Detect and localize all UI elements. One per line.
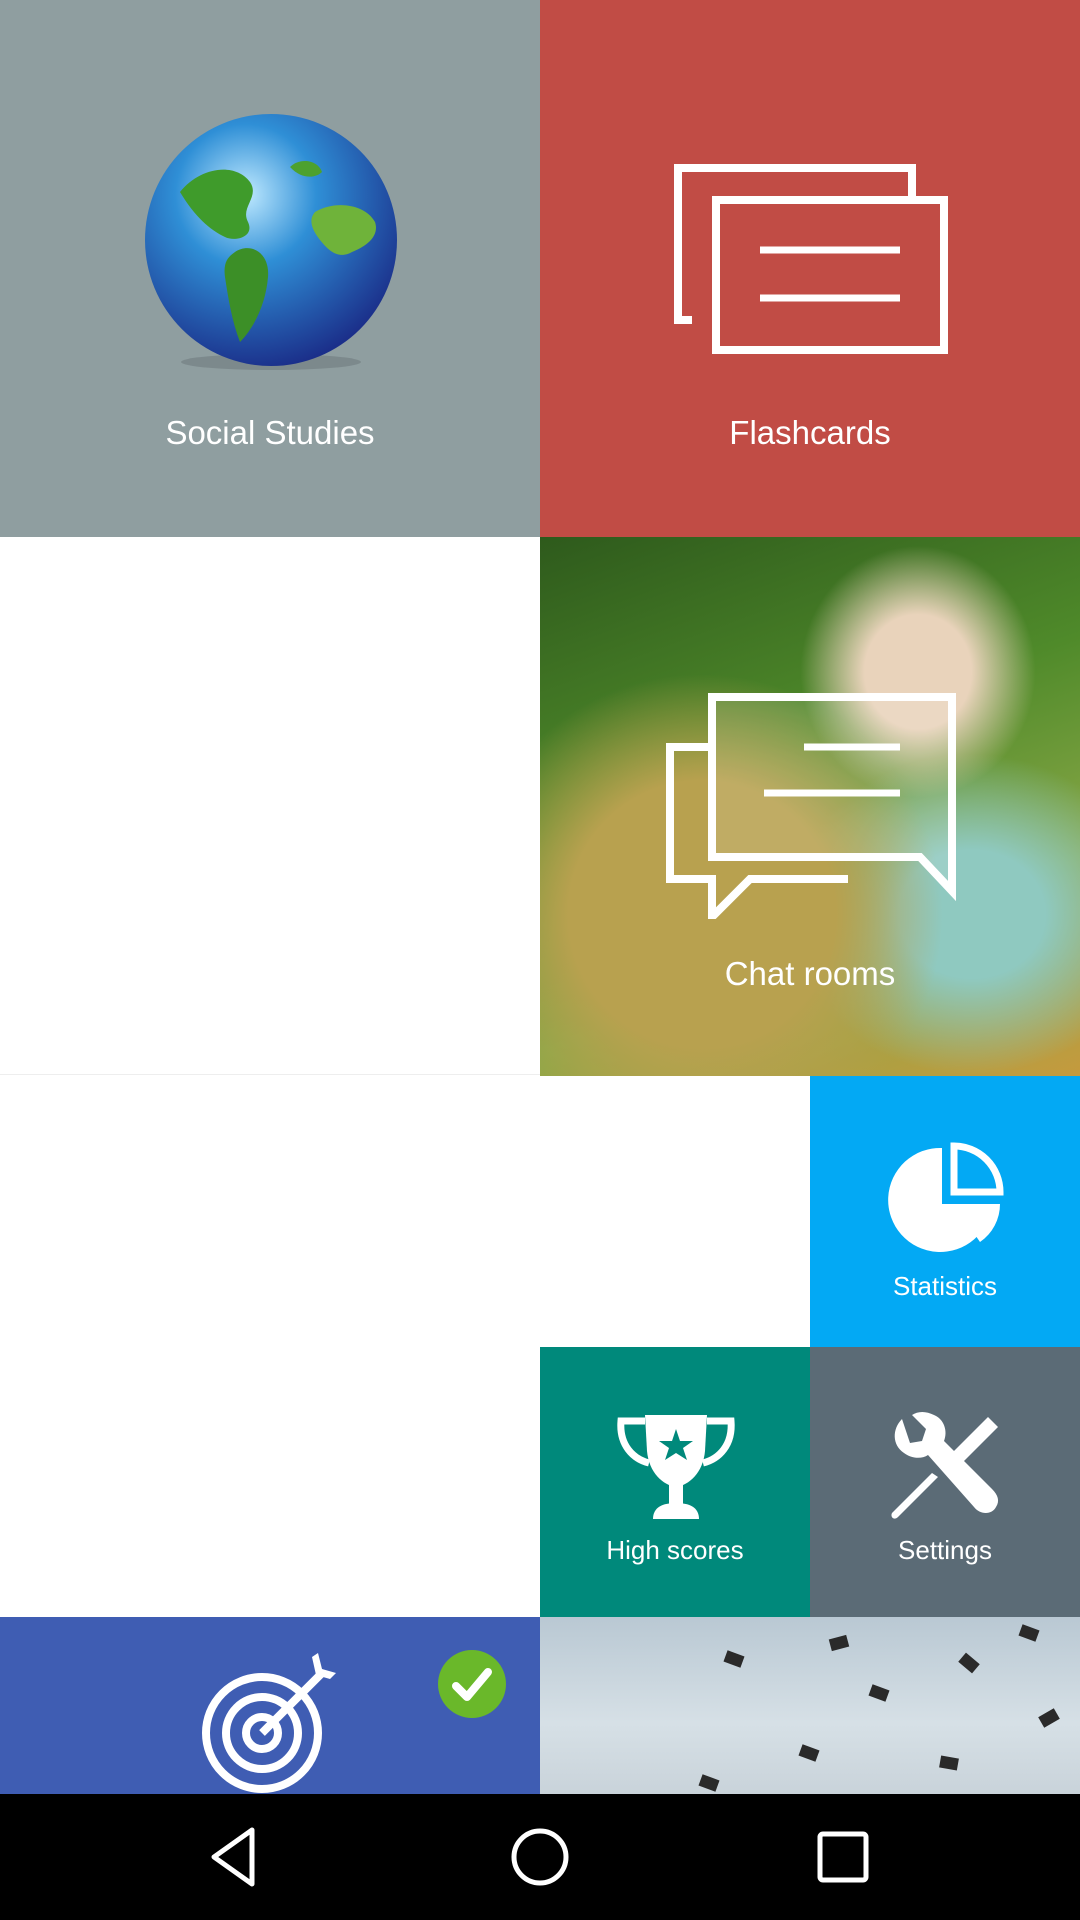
statistics-label: Statistics	[892, 1271, 998, 1301]
tile-statistics[interactable]: Statistics	[810, 1076, 1080, 1347]
tile-goals[interactable]	[0, 1617, 540, 1794]
tile-empty	[0, 537, 540, 1075]
graduation-cap	[958, 1652, 980, 1674]
chat-rooms-label: Chat rooms	[724, 955, 896, 992]
pie-chart-icon	[888, 1142, 1004, 1252]
tile-chat-rooms[interactable]: Chat rooms	[540, 537, 1080, 1076]
tile-social-studies[interactable]: Social Studies	[0, 0, 540, 537]
flashcards-icon	[674, 164, 948, 354]
graduation-cap	[798, 1744, 820, 1762]
chat-bubbles-icon	[666, 693, 956, 919]
graduation-caps-image[interactable]	[540, 1617, 1080, 1794]
check-badge	[438, 1650, 506, 1718]
tile-settings[interactable]: Settings	[810, 1347, 1080, 1617]
graduation-cap	[1018, 1624, 1040, 1642]
graduation-cap	[868, 1684, 890, 1702]
settings-label: Settings	[898, 1535, 992, 1565]
back-icon[interactable]	[202, 1822, 272, 1892]
target-icon	[202, 1653, 336, 1793]
graduation-cap	[698, 1774, 720, 1792]
navigation-bar	[0, 1794, 1080, 1920]
tile-empty	[0, 1076, 540, 1617]
globe-icon	[145, 114, 397, 370]
graduation-cap	[939, 1755, 959, 1771]
trophy-icon	[617, 1415, 735, 1519]
graduation-cap	[1038, 1708, 1060, 1728]
flashcards-label: Flashcards	[729, 414, 891, 451]
home-icon[interactable]	[505, 1822, 575, 1892]
high-scores-label: High scores	[606, 1535, 744, 1565]
wrench-screwdriver-icon	[891, 1412, 999, 1519]
tile-high-scores[interactable]: High scores	[540, 1347, 810, 1617]
social-studies-label: Social Studies	[165, 414, 375, 451]
tile-empty	[540, 1076, 810, 1347]
recents-icon[interactable]	[808, 1822, 878, 1892]
graduation-cap	[723, 1650, 745, 1668]
check-icon	[452, 1668, 492, 1701]
graduation-cap	[828, 1634, 850, 1652]
tile-flashcards[interactable]: Flashcards	[540, 0, 1080, 537]
